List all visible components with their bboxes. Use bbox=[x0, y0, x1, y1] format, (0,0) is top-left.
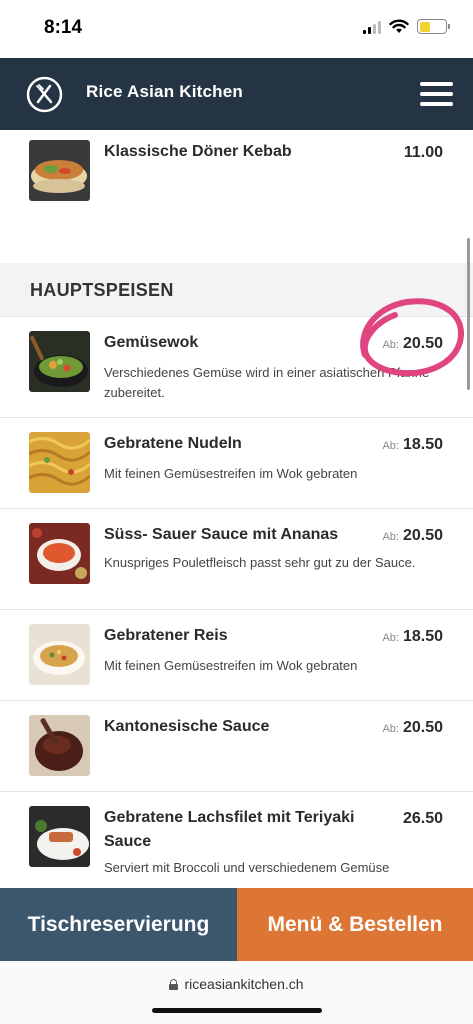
status-time: 8:14 bbox=[44, 17, 83, 38]
battery-icon bbox=[417, 19, 450, 34]
menu-item-gebratene-nudeln[interactable]: Gebratene Nudeln Ab: 18.50 Mit feinen Gem… bbox=[0, 418, 473, 509]
item-thumbnail bbox=[29, 624, 90, 685]
item-name: Gemüsewok bbox=[104, 334, 199, 351]
status-bar: 8:14 bbox=[0, 0, 473, 58]
status-icons bbox=[363, 19, 450, 34]
item-name: Süss- Sauer Sauce mit Ananas bbox=[104, 526, 339, 543]
item-price: Ab: 18.50 bbox=[382, 628, 443, 645]
item-name: Gebratener Reis bbox=[104, 627, 228, 644]
menu-item-kantonesische-sauce[interactable]: Kantonesische Sauce Ab: 20.50 bbox=[0, 701, 473, 792]
item-thumbnail bbox=[29, 140, 90, 201]
menu-item-gebratener-reis[interactable]: Gebratener Reis Ab: 18.50 Mit feinen Gemü… bbox=[0, 610, 473, 701]
wifi-icon bbox=[389, 19, 409, 33]
item-name: Kantonesische Sauce bbox=[104, 718, 270, 735]
hamburger-menu-icon[interactable] bbox=[420, 82, 453, 106]
item-description: Mit feinen Gemüsestreifen im Wok gebrate… bbox=[104, 466, 358, 481]
signal-icon bbox=[363, 20, 381, 34]
item-description: Knuspriges Pouletfleisch passt sehr gut … bbox=[104, 555, 416, 570]
item-thumbnail bbox=[29, 523, 90, 584]
menu-content[interactable]: Klassische Döner Kebab 11.00 HAUPTSPEISE… bbox=[0, 130, 473, 888]
menu-item-doener[interactable]: Klassische Döner Kebab 11.00 bbox=[0, 130, 473, 263]
item-name: Gebratene Lachsfilet mit Teriyaki Sauce bbox=[104, 809, 355, 850]
menu-item-suess-sauer[interactable]: Süss- Sauer Sauce mit Ananas Ab: 20.50 Kn… bbox=[0, 509, 473, 610]
lock-icon bbox=[169, 978, 179, 990]
menu-order-button[interactable]: Menü & Bestellen bbox=[237, 888, 473, 961]
table-reservation-button[interactable]: Tischreservierung bbox=[0, 888, 237, 961]
item-description: Mit feinen Gemüsestreifen im Wok gebrate… bbox=[104, 658, 358, 673]
item-price: Ab: 18.50 bbox=[382, 436, 443, 453]
item-price: Ab: 20.50 bbox=[382, 719, 443, 736]
item-price: Ab: 20.50 bbox=[382, 335, 443, 352]
section-header: HAUPTSPEISEN bbox=[0, 263, 473, 317]
item-name: Gebratene Nudeln bbox=[104, 435, 242, 452]
item-price: 11.00 bbox=[403, 144, 443, 161]
site-header: Rice Asian Kitchen bbox=[0, 58, 473, 130]
browser-url-bar[interactable]: riceasiankitchen.ch bbox=[0, 961, 473, 1024]
item-thumbnail bbox=[29, 715, 90, 776]
menu-item-gemuesewok[interactable]: Gemüsewok Ab: 20.50 Verschiedenes Gemüse … bbox=[0, 317, 473, 418]
item-thumbnail bbox=[29, 432, 90, 493]
brand-title[interactable]: Rice Asian Kitchen bbox=[86, 82, 243, 102]
item-name: Klassische Döner Kebab bbox=[104, 143, 292, 160]
fork-knife-logo-icon[interactable] bbox=[26, 76, 63, 113]
section-title: HAUPTSPEISEN bbox=[30, 280, 174, 300]
item-thumbnail bbox=[29, 806, 90, 867]
item-description: Verschiedenes Gemüse wird in einer asiat… bbox=[104, 365, 430, 400]
home-indicator[interactable] bbox=[152, 1008, 322, 1013]
item-thumbnail bbox=[29, 331, 90, 392]
item-price: Ab: 20.50 bbox=[382, 527, 443, 544]
url-display[interactable]: riceasiankitchen.ch bbox=[0, 976, 473, 992]
scrollbar[interactable] bbox=[467, 238, 470, 390]
url-text: riceasiankitchen.ch bbox=[184, 976, 304, 992]
menu-item-lachsfilet-teriyaki[interactable]: Gebratene Lachsfilet mit Teriyaki Sauce … bbox=[0, 792, 473, 888]
item-description: Serviert mit Broccoli und verschiedenem … bbox=[104, 860, 390, 875]
item-price: 26.50 bbox=[402, 810, 443, 827]
